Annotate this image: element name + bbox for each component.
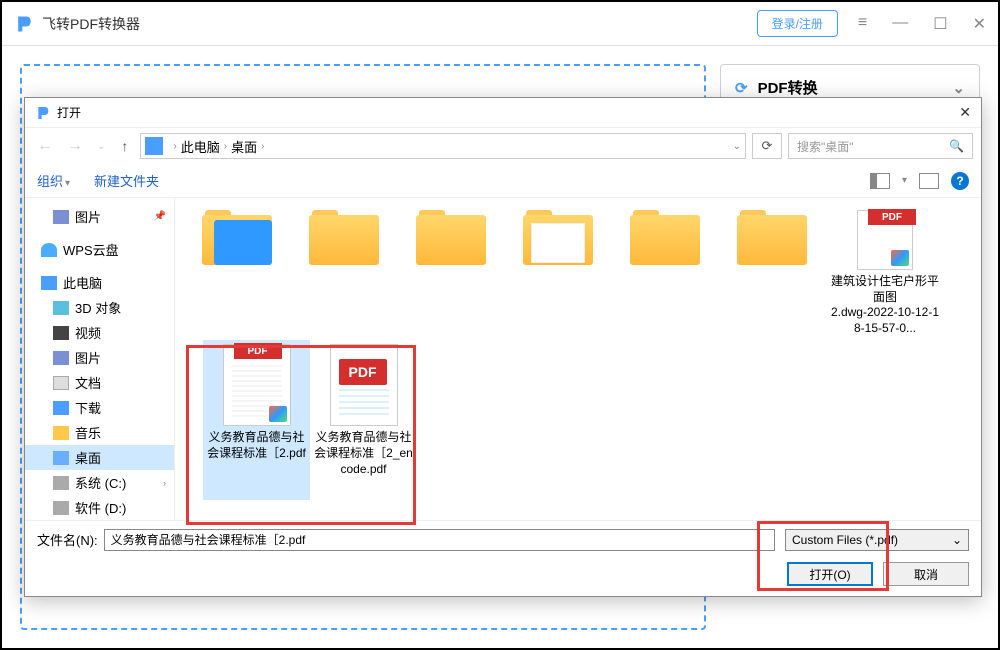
breadcrumb-sep-icon: ›: [224, 141, 227, 152]
file-area[interactable]: PDF 建筑设计住宅户形平面图2.dwg-2022-10-12-18-15-57…: [175, 198, 981, 520]
dialog-body: 图片📌 WPS云盘 此电脑 3D 对象 视频 图片 文档 下载 音乐 桌面 系统…: [25, 198, 981, 520]
folder-item[interactable]: [611, 206, 718, 340]
file-item-pdf2[interactable]: PDF 义务教育品德与社会课程标准［2_encode.pdf: [310, 340, 417, 500]
folder-item[interactable]: [290, 206, 397, 340]
sidebar-item-music[interactable]: 音乐: [25, 420, 174, 445]
breadcrumb-dropdown-icon[interactable]: ⌄: [733, 141, 741, 152]
refresh-button[interactable]: ⟳: [752, 133, 782, 159]
breadcrumb-part[interactable]: 此电脑: [181, 137, 220, 156]
sidebar-item-pictures2[interactable]: 图片: [25, 345, 174, 370]
convert-icon: ⟳: [735, 79, 748, 97]
toolbar-row: 组织▾ 新建文件夹 ▾ ?: [25, 164, 981, 198]
view-controls: ▾ ?: [870, 172, 969, 190]
main-titlebar: 飞转PDF转换器 登录/注册 ≡ — ☐ ✕: [2, 2, 998, 46]
window-controls: ≡ — ☐ ✕: [858, 14, 986, 34]
open-button[interactable]: 打开(O): [787, 562, 873, 586]
filename-label: 文件名(N):: [37, 530, 98, 549]
search-icon: 🔍: [949, 139, 964, 153]
sidebar-item-downloads[interactable]: 下载: [25, 395, 174, 420]
file-open-dialog: 打开 ✕ ← → ⌄ ↑ › 此电脑 › 桌面 › ⌄ ⟳ 搜索"桌面" 🔍: [24, 97, 982, 597]
cancel-button[interactable]: 取消: [883, 562, 969, 586]
action-row: 打开(O) 取消: [25, 558, 981, 596]
sidebar-item-pictures[interactable]: 图片📌: [25, 204, 174, 229]
search-placeholder: 搜索"桌面": [797, 138, 854, 155]
file-filter-select[interactable]: Custom Files (*.pdf): [785, 529, 969, 551]
nav-forward-icon: →: [63, 137, 87, 155]
sidebar-item-thispc[interactable]: 此电脑: [25, 270, 174, 295]
breadcrumb-sep-icon: ›: [173, 141, 176, 152]
folder-item[interactable]: [397, 206, 504, 340]
login-button[interactable]: 登录/注册: [757, 10, 838, 37]
sidebar-item-desktop[interactable]: 桌面: [25, 445, 174, 470]
expand-icon[interactable]: ›: [163, 478, 166, 488]
view-details-icon[interactable]: [919, 173, 939, 189]
breadcrumb-part[interactable]: 桌面: [231, 137, 257, 156]
breadcrumb[interactable]: › 此电脑 › 桌面 › ⌄: [140, 133, 746, 159]
sidebar-item-video[interactable]: 视频: [25, 320, 174, 345]
dialog-close-icon[interactable]: ✕: [959, 104, 971, 121]
side-card-title: PDF转换: [758, 77, 818, 98]
search-input[interactable]: 搜索"桌面" 🔍: [788, 133, 973, 159]
new-folder-button[interactable]: 新建文件夹: [94, 171, 159, 190]
dialog-title: 打开: [57, 104, 81, 121]
nav-recent-icon[interactable]: ⌄: [93, 141, 109, 152]
help-icon[interactable]: ?: [951, 172, 969, 190]
chevron-down-icon: ⌄: [952, 79, 965, 97]
breadcrumb-sep-icon: ›: [261, 141, 264, 152]
maximize-icon[interactable]: ☐: [933, 14, 947, 34]
sidebar: 图片📌 WPS云盘 此电脑 3D 对象 视频 图片 文档 下载 音乐 桌面 系统…: [25, 198, 175, 520]
sidebar-item-3d[interactable]: 3D 对象: [25, 295, 174, 320]
menu-icon[interactable]: ≡: [858, 14, 867, 34]
pin-icon: 📌: [154, 211, 166, 222]
nav-back-icon[interactable]: ←: [33, 137, 57, 155]
dialog-titlebar: 打开 ✕: [25, 98, 981, 128]
app-title: 飞转PDF转换器: [42, 14, 757, 34]
nav-row: ← → ⌄ ↑ › 此电脑 › 桌面 › ⌄ ⟳ 搜索"桌面" 🔍: [25, 128, 981, 164]
view-panes-icon[interactable]: [870, 173, 890, 189]
filename-row: 文件名(N): Custom Files (*.pdf): [25, 520, 981, 558]
sidebar-item-docs[interactable]: 文档: [25, 370, 174, 395]
sidebar-item-cdrive[interactable]: 系统 (C:)›: [25, 470, 174, 495]
view-dropdown-icon[interactable]: ▾: [902, 175, 907, 186]
minimize-icon[interactable]: —: [892, 14, 908, 34]
sidebar-item-wps[interactable]: WPS云盘: [25, 237, 174, 262]
folder-item[interactable]: [504, 206, 611, 340]
file-item-pdf1[interactable]: PDF 义务教育品德与社会课程标准［2.pdf: [203, 340, 310, 500]
app-logo-icon: [14, 14, 34, 34]
folder-item[interactable]: [718, 206, 825, 340]
main-window: 飞转PDF转换器 登录/注册 ≡ — ☐ ✕ ⟳ PDF转换 ⌄ 打开 ✕ ← …: [0, 0, 1000, 650]
nav-up-icon[interactable]: ↑: [115, 138, 134, 154]
filename-input[interactable]: [104, 529, 775, 551]
dialog-logo-icon: [35, 105, 51, 121]
organize-button[interactable]: 组织▾: [37, 171, 70, 190]
sidebar-item-ddrive[interactable]: 软件 (D:): [25, 495, 174, 520]
folder-item[interactable]: [183, 206, 290, 340]
close-icon[interactable]: ✕: [973, 14, 986, 34]
file-item-pdf-right[interactable]: PDF 建筑设计住宅户形平面图2.dwg-2022-10-12-18-15-57…: [825, 206, 945, 340]
pc-icon: [145, 137, 163, 155]
